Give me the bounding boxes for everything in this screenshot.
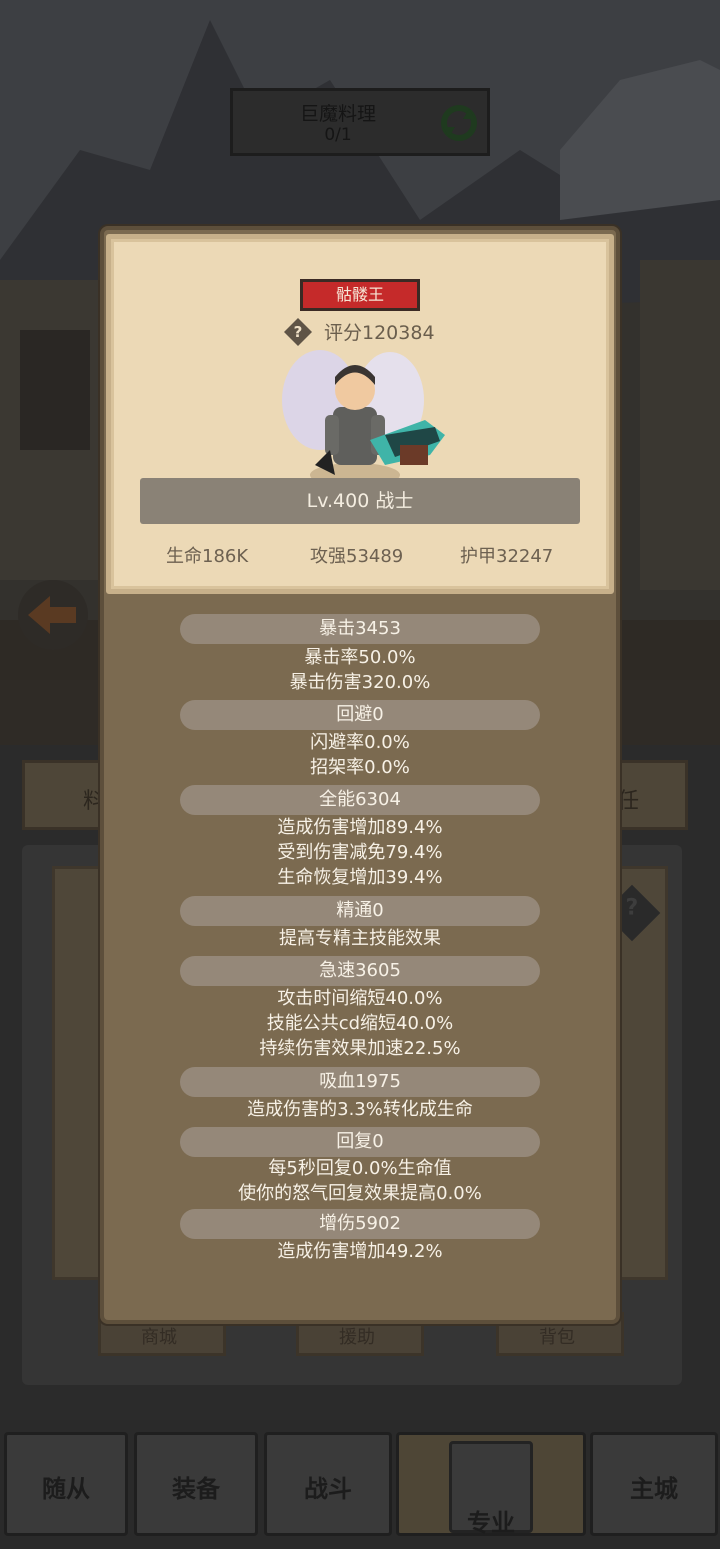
stat-header-crit: 暴击3453 bbox=[180, 614, 540, 644]
stat-line: 造成伤害增加49.2% bbox=[277, 1241, 443, 1262]
stat-line: 闪避率0.0% bbox=[310, 732, 410, 753]
hero-name-tag: 骷髅王 bbox=[300, 279, 420, 311]
stat-line: 生命恢复增加39.4% bbox=[277, 867, 443, 888]
stat-line: 招架率0.0% bbox=[310, 757, 410, 778]
stat-line: 技能公共cd缩短40.0% bbox=[266, 1013, 454, 1034]
stat-header-damage-bonus: 增伤5902 bbox=[180, 1209, 540, 1239]
stat-header-dodge: 回避0 bbox=[180, 700, 540, 730]
score-value: 评分120384 bbox=[324, 322, 435, 344]
hero-level-class: Lv.400 战士 bbox=[140, 478, 580, 524]
stat-attack: 攻强53489 bbox=[310, 546, 404, 567]
stat-line: 提高专精主技能效果 bbox=[279, 928, 441, 949]
stat-header-lifesteal: 吸血1975 bbox=[180, 1067, 540, 1097]
stat-header-regen: 回复0 bbox=[180, 1127, 540, 1157]
hero-portrait-icon[interactable] bbox=[275, 345, 450, 495]
stat-header-haste: 急速3605 bbox=[180, 956, 540, 986]
stat-header-mastery: 精通0 bbox=[180, 896, 540, 926]
stat-line: 持续伤害效果加速22.5% bbox=[259, 1038, 461, 1059]
stat-line: 造成伤害增加89.4% bbox=[277, 817, 443, 838]
hero-base-stats: 生命186K 攻强53489 护甲32247 bbox=[140, 540, 580, 570]
stat-line: 攻击时间缩短40.0% bbox=[277, 988, 443, 1009]
stat-header-versatility: 全能6304 bbox=[180, 785, 540, 815]
stat-hp: 生命186K bbox=[166, 546, 249, 567]
stat-line: 暴击率50.0% bbox=[304, 647, 416, 668]
help-icon[interactable]: ? bbox=[284, 318, 312, 346]
stat-line: 使你的怒气回复效果提高0.0% bbox=[238, 1183, 482, 1204]
stat-line: 每5秒回复0.0%生命值 bbox=[268, 1158, 452, 1179]
stat-line: 造成伤害的3.3%转化成生命 bbox=[247, 1099, 473, 1120]
stat-line: 受到伤害减免79.4% bbox=[277, 842, 443, 863]
stat-armor: 护甲32247 bbox=[460, 546, 554, 567]
stat-line: 暴击伤害320.0% bbox=[289, 672, 431, 693]
